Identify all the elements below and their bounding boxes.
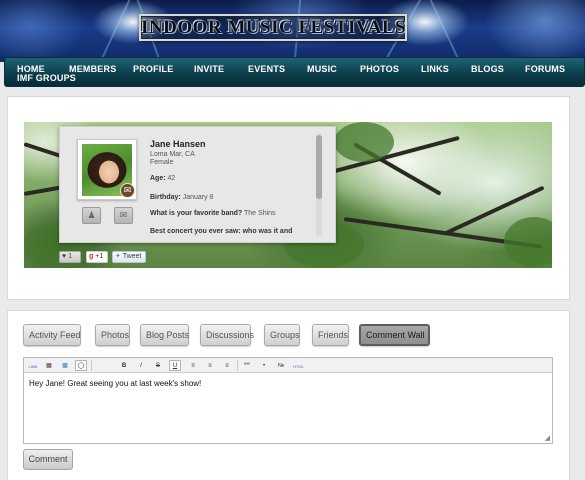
nav-photos[interactable]: PHOTOS xyxy=(360,64,399,74)
text-icon[interactable]: ◯ xyxy=(75,360,87,371)
link-icon[interactable]: LINK xyxy=(27,360,39,371)
nav-profile[interactable]: PROFILE xyxy=(133,64,173,74)
person-icon: ♟ xyxy=(87,210,96,220)
badge-icon: ✉ xyxy=(120,183,135,198)
profile-age: Age: 42 xyxy=(150,175,175,182)
align-left-icon[interactable]: ≡ xyxy=(187,360,199,371)
profile-gender: Female xyxy=(150,159,174,166)
nav-music[interactable]: MUSIC xyxy=(307,64,337,74)
media-icon[interactable]: ▩ xyxy=(59,360,71,371)
like-button[interactable]: ♥ 1 xyxy=(59,251,81,263)
nav-members[interactable]: MEMBERS xyxy=(69,64,116,74)
bold-button[interactable]: B xyxy=(118,360,130,371)
age-value: 42 xyxy=(167,175,176,182)
editor-toolbar: LINK ▦ ▩ ◯ B I S U ≡ ≡ ≡ ““ • № HTML xyxy=(24,358,552,373)
nav-links[interactable]: LINKS xyxy=(421,64,449,74)
image-insert-icon[interactable]: ▦ xyxy=(43,360,55,371)
site-header: INDOOR MUSIC FESTIVALS xyxy=(0,0,585,62)
resize-handle-icon[interactable]: ◢ xyxy=(545,434,550,442)
tab-photos[interactable]: Photos xyxy=(95,324,130,346)
strikethrough-button[interactable]: S xyxy=(152,360,164,371)
numbered-list-icon[interactable]: № xyxy=(275,360,287,371)
google-plus-button[interactable]: g +1 xyxy=(86,251,108,263)
twitter-bird-icon: ✦ xyxy=(115,253,121,260)
nav-events[interactable]: EVENTS xyxy=(248,64,285,74)
band-value: The Shins xyxy=(244,210,276,217)
age-label: Age: xyxy=(150,175,166,182)
envelope-icon: ✉ xyxy=(119,210,128,220)
google-plus-icon: g xyxy=(89,253,94,260)
tab-blog-posts[interactable]: Blog Posts xyxy=(140,324,189,346)
comment-button[interactable]: Comment xyxy=(23,449,73,470)
profile-best-concert: Best concert you ever saw: who was it an… xyxy=(150,228,292,235)
nav-blogs[interactable]: BLOGS xyxy=(471,64,504,74)
profile-birthday: Birthday: January 8 xyxy=(150,194,213,201)
tweet-label: Tweet xyxy=(122,253,142,260)
nav-forums[interactable]: FORUMS xyxy=(525,64,565,74)
tab-discussions[interactable]: Discussions xyxy=(200,324,254,346)
band-label: What is your favorite band? xyxy=(150,210,243,217)
profile-avatar[interactable]: ✉ xyxy=(77,139,137,200)
profile-card-scrollbar[interactable] xyxy=(316,133,322,237)
birthday-label: Birthday: xyxy=(150,194,181,201)
site-logo[interactable]: INDOOR MUSIC FESTIVALS xyxy=(139,14,407,41)
toolbar-separator xyxy=(237,360,238,371)
tab-activity-feed[interactable]: Activity Feed xyxy=(23,324,81,346)
add-friend-button[interactable]: ♟ xyxy=(82,207,101,224)
tab-comment-wall[interactable]: Comment Wall xyxy=(359,324,430,346)
concert-label: Best concert you ever saw: who was it an… xyxy=(150,228,293,235)
toolbar-separator xyxy=(91,360,92,371)
like-count: 1 xyxy=(68,253,73,260)
bullet-list-icon[interactable]: • xyxy=(258,360,270,371)
underline-button[interactable]: U xyxy=(169,360,181,371)
birthday-value: January 8 xyxy=(182,194,214,201)
align-right-icon[interactable]: ≡ xyxy=(221,360,233,371)
tab-groups[interactable]: Groups xyxy=(264,324,300,346)
thumbs-up-icon: ♥ xyxy=(62,253,67,260)
comment-editor[interactable]: LINK ▦ ▩ ◯ B I S U ≡ ≡ ≡ ““ • № HTML Hey… xyxy=(23,357,553,444)
comment-textarea[interactable]: Hey Jane! Great seeing you at last week'… xyxy=(29,379,201,388)
main-nav: HOME IMF GROUPS MEMBERS PROFILE INVITE E… xyxy=(4,57,585,87)
scrollbar-thumb[interactable] xyxy=(316,135,322,199)
align-center-icon[interactable]: ≡ xyxy=(204,360,216,371)
quote-button[interactable]: ““ xyxy=(241,360,253,371)
nav-invite[interactable]: INVITE xyxy=(194,64,224,74)
tweet-button[interactable]: ✦ Tweet xyxy=(112,251,146,263)
profile-favorite-band: What is your favorite band? The Shins xyxy=(150,210,276,217)
profile-name: Jane Hansen xyxy=(150,139,206,149)
nav-imf-groups[interactable]: IMF GROUPS xyxy=(17,73,76,83)
tab-friends[interactable]: Friends xyxy=(312,324,349,346)
google-plus-label: +1 xyxy=(95,253,104,260)
italic-button[interactable]: I xyxy=(135,360,147,371)
html-button[interactable]: HTML xyxy=(292,360,304,371)
send-message-button[interactable]: ✉ xyxy=(114,207,133,224)
profile-location: Loma Mar, CA xyxy=(150,151,195,158)
